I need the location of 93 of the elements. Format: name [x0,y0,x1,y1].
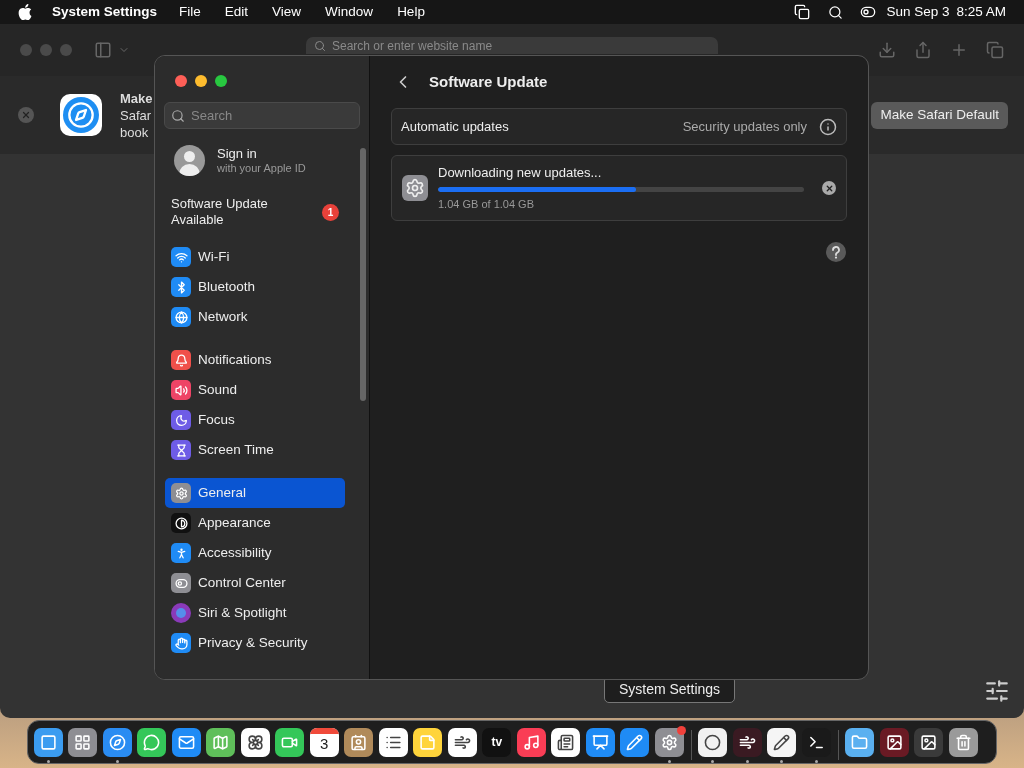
sidebar-label: Focus [198,410,235,429]
search-input[interactable]: Search [191,105,353,126]
sidebar-item[interactable]: Focus [165,405,345,435]
tv-icon[interactable]: tv [482,727,512,757]
cancel-icon[interactable] [822,181,836,195]
sidebar-item[interactable]: Accessibility [165,538,345,568]
info-icon[interactable] [819,117,837,136]
sidebar-item[interactable]: Siri & Spotlight [165,598,345,628]
sidebar-label: Notifications [198,350,272,369]
menu-item[interactable]: Help [397,1,425,23]
chat-bubble-icon[interactable] [137,727,167,757]
download-detail: 1.04 GB of 1.04 GB [438,198,535,211]
banner-text: book [120,123,150,141]
list-icon[interactable] [378,727,408,757]
video-camera-icon[interactable] [275,727,305,757]
account-subtitle: with your Apple ID [217,161,306,175]
apple-logo-icon[interactable] [18,4,32,20]
help-icon[interactable] [826,242,846,262]
notepad-icon[interactable] [413,727,443,757]
browser-icon[interactable] [698,727,728,757]
menu-date[interactable]: Sun Sep 3 [886,1,950,23]
sidebar-item[interactable]: Network [165,302,345,332]
menu-item[interactable]: View [272,1,302,23]
thumbnail-icon[interactable] [879,727,909,757]
flower-icon[interactable] [240,727,270,757]
banner-text: Safar [120,106,153,124]
map-icon[interactable] [206,727,236,757]
calendar-icon[interactable]: 3 [309,727,339,757]
sidebar-item[interactable]: Notifications [165,345,345,375]
newspaper-icon[interactable] [551,727,581,757]
menu-item[interactable]: Window [325,1,374,23]
compass-icon[interactable] [102,727,132,757]
make-default-button[interactable]: Make Safari Default [871,101,1008,129]
envelope-icon[interactable] [171,727,201,757]
sidebar-label: Accessibility [198,543,272,562]
sidebar-label: Privacy & Security [198,633,308,652]
sidebar-item[interactable]: Wi-Fi [165,242,345,272]
search-icon [171,108,185,123]
sidebar-item[interactable]: Appearance [165,508,345,538]
avatar-icon[interactable] [174,145,205,176]
thumbnail-icon[interactable] [914,727,944,757]
control-center-icon[interactable] [860,4,877,20]
search-icon [314,40,326,52]
gear-icon[interactable] [654,727,684,757]
menu-item[interactable]: File [179,1,201,23]
sidebar-label: Sound [198,380,238,399]
setting-label: Automatic updates [401,117,509,136]
sidebar-label: Control Center [198,573,286,592]
scrollbar[interactable] [360,148,366,401]
sidebar-label: Siri & Spotlight [198,603,287,622]
sidebar-item[interactable]: Sound [165,375,345,405]
sidebar-label: Network [198,307,248,326]
sidebar-toggle-icon[interactable] [94,41,112,59]
contact-card-icon[interactable] [344,727,374,757]
pencil-paper-icon[interactable] [767,727,797,757]
sidebar-item[interactable]: Bluetooth [165,272,345,302]
sidebar-label: Appearance [198,513,271,532]
banner-text: Make [120,89,154,107]
notification-badge: 1 [322,203,339,221]
trash-icon[interactable] [948,727,978,757]
zoom-button[interactable] [215,75,227,87]
minimize-button[interactable] [195,75,207,87]
close-button[interactable] [175,75,187,87]
tabs-icon[interactable] [986,41,1004,59]
sidebar-item[interactable]: Control Center [165,568,345,598]
sidebar-label: Bluetooth [198,277,256,296]
search-icon[interactable] [828,4,844,20]
account-title[interactable]: Sign in [217,146,306,161]
download-icon[interactable] [878,41,896,59]
menu-item[interactable]: Edit [224,1,249,23]
folder-icon[interactable] [845,727,875,757]
page-title: Software Update [429,71,548,92]
compass-icon [60,94,102,136]
sidebar-label: Screen Time [198,440,274,459]
sidebar-label: Wi-Fi [198,247,230,266]
sidebar-label: General [198,483,247,502]
menu-time[interactable]: 8:25 AM [956,1,1006,23]
download-title: Downloading new updates... [438,165,603,181]
update-notice[interactable]: Software Update Available [171,196,291,228]
sidebar-item[interactable]: Privacy & Security [165,628,345,658]
grid-icon[interactable] [68,727,98,757]
podium-icon[interactable] [585,727,615,757]
sidebar-item[interactable]: Screen Time [165,435,345,465]
app-menu[interactable]: System Settings [52,1,158,23]
terminal-icon[interactable] [801,727,831,757]
sliders-icon[interactable] [984,678,1010,704]
setting-value[interactable]: Security updates only [682,116,807,137]
share-icon[interactable] [914,41,932,59]
music-note-icon[interactable] [516,727,546,757]
search-field[interactable]: Search [164,102,360,129]
gear-icon [402,175,428,201]
stage-manager-icon[interactable] [794,4,811,20]
sidebar-item[interactable]: General [165,478,345,508]
